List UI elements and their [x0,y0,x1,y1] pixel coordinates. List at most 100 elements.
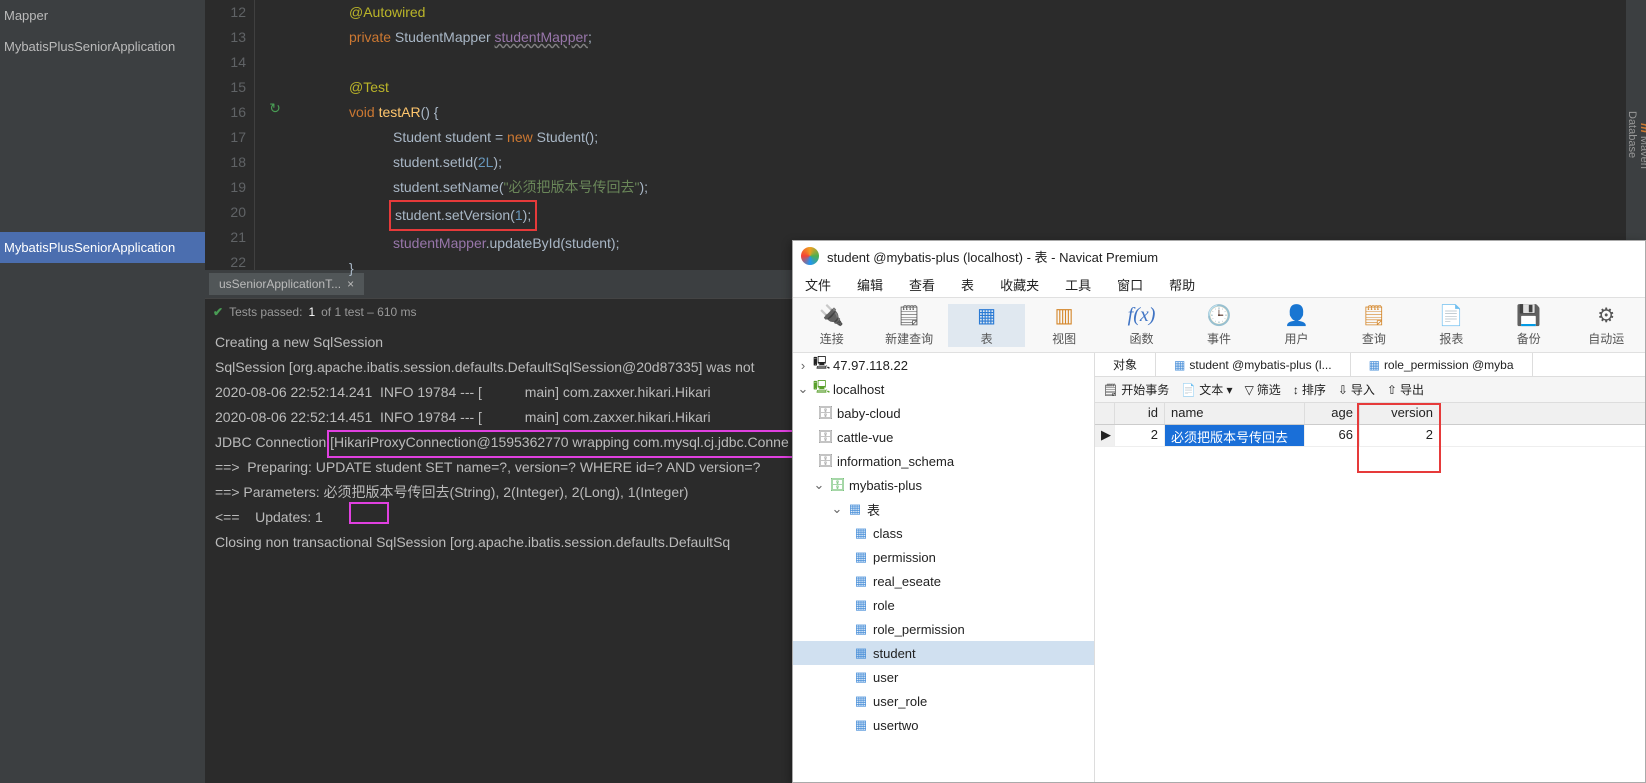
tree-table-item[interactable]: ▦ role [793,593,1094,617]
table-icon: ▦ [1369,358,1380,372]
tb-auto[interactable]: ⚙自动运 [1568,304,1645,347]
tab-label: role_permission @myba [1384,358,1514,372]
database-tool-button[interactable]: Database [1626,12,1638,258]
tree-label: 47.97.118.22 [833,358,908,373]
tree-item-mapper[interactable]: Mapper [0,0,205,31]
tb-query[interactable]: 🗒查询 [1335,304,1412,347]
tb-table[interactable]: ▦表 [948,304,1025,347]
table-icon: ▦ [853,621,869,637]
tree-table-item[interactable]: ▦role_permission [793,617,1094,641]
tb-backup[interactable]: 💾 备份 [1490,304,1567,347]
tab-objects[interactable]: 对象 [1095,353,1156,376]
cell-name[interactable]: 必须把版本号传回去 [1165,425,1305,446]
code-keyword: void [349,104,375,120]
tree-label: user_role [873,694,927,709]
btn-import[interactable]: ⇩ 导入 [1338,381,1375,398]
tree-table-item[interactable]: ▦user [793,665,1094,689]
tree-item-app[interactable]: MybatisPlusSeniorApplication [0,31,205,62]
btn-export[interactable]: ⇧ 导出 [1387,381,1424,398]
database-icon: 🗄 [817,405,833,421]
data-grid[interactable]: id name age version ▶ 2 必须把版本号传回去 66 2 [1095,403,1645,782]
menu-file[interactable]: 文件 [805,275,831,294]
tree-label: student [873,646,916,661]
project-tree[interactable]: Mapper MybatisPlusSeniorApplication Myba… [0,0,205,783]
tb-label: 备份 [1517,330,1541,347]
btn-filter[interactable]: ▽ 筛选 [1245,381,1281,398]
right-tool-strip[interactable]: Database m Maven [1626,0,1646,270]
window-title-bar[interactable]: student @mybatis-plus (localhost) - 表 - … [793,241,1645,271]
object-tabs[interactable]: 对象 ▦student @mybatis-plus (l... ▦ role_pe… [1095,353,1645,377]
table-icon: ▦ [853,597,869,613]
tab-student[interactable]: ▦student @mybatis-plus (l... [1156,353,1351,376]
menu-edit[interactable]: 编辑 [857,275,883,294]
tree-db[interactable]: 🗄baby-cloud [793,401,1094,425]
tab-role-permission[interactable]: ▦ role_permission @myba [1351,353,1533,376]
btn-begin-tx[interactable]: 🗒 开始事务 [1103,381,1169,398]
tree-table-item[interactable]: ▦real_eseate [793,569,1094,593]
table-icon: ▦ [853,645,869,661]
menu-help[interactable]: 帮助 [1169,275,1195,294]
tree-conn-localhost[interactable]: ⌄🖳localhost [793,377,1094,401]
query-icon: 🗒 [895,304,923,328]
data-toolbar[interactable]: 🗒 开始事务 📄 文本 ▾ ▽ 筛选 ↕ 排序 ⇩ 导入 ⇧ 导出 [1095,377,1645,403]
connection-tree[interactable]: ›🖳47.97.118.22 ⌄🖳localhost 🗄baby-cloud 🗄… [793,353,1095,782]
backup-icon: 💾 [1515,304,1543,328]
tb-label: 表 [981,330,993,347]
btn-sort[interactable]: ↕ 排序 [1293,381,1326,398]
col-age[interactable]: age [1305,403,1360,424]
menu-window[interactable]: 窗口 [1117,275,1143,294]
main-toolbar[interactable]: 🔌连接 🗒新建查询 ▦表 ▥视图 f(x)函数 🕒事件 👤用户 🗒查询 📄报表 … [793,297,1645,353]
navicat-logo-icon [801,247,819,265]
tree-db[interactable]: 🗄cattle-vue [793,425,1094,449]
tab-label: student @mybatis-plus (l... [1189,358,1331,372]
tab-label: usSeniorApplicationT... [219,277,341,291]
col-name[interactable]: name [1165,403,1305,424]
col-id[interactable]: id [1115,403,1165,424]
navicat-window[interactable]: student @mybatis-plus (localhost) - 表 - … [792,240,1646,783]
maven-tool-button[interactable]: m Maven [1638,34,1646,258]
cell-age[interactable]: 66 [1305,425,1360,446]
tb-newquery[interactable]: 🗒新建查询 [870,304,947,347]
test-count: 1 [308,305,315,319]
table-icon: ▦ [853,669,869,685]
tree-table-item[interactable]: ▦permission [793,545,1094,569]
tree-label: cattle-vue [837,430,893,445]
code-text: ); [493,154,502,170]
tree-label: mybatis-plus [849,478,922,493]
server-icon: 🖳 [813,354,829,376]
tree-tables-node[interactable]: ⌄▦表 [793,497,1094,521]
tree-table-item[interactable]: ▦class [793,521,1094,545]
cell-id[interactable]: 2 [1115,425,1165,446]
menu-table[interactable]: 表 [961,275,974,294]
btn-text[interactable]: 📄 文本 ▾ [1181,381,1232,398]
menu-bar[interactable]: 文件 编辑 查看 表 收藏夹 工具 窗口 帮助 [793,271,1645,297]
tree-table-student[interactable]: ▦ student [793,641,1094,665]
tb-report[interactable]: 📄报表 [1413,304,1490,347]
tree-table-item[interactable]: ▦usertwo [793,713,1094,737]
tree-conn-ip[interactable]: ›🖳47.97.118.22 [793,353,1094,377]
code-editor[interactable]: 12131415161718192021222324 ↻ @Autowired … [205,0,1646,270]
tab-active[interactable]: usSeniorApplicationT... × [209,273,364,295]
menu-fav[interactable]: 收藏夹 [1000,275,1039,294]
tb-function[interactable]: f(x)函数 [1103,304,1180,347]
tree-db-open[interactable]: ⌄🗄mybatis-plus [793,473,1094,497]
tb-user[interactable]: 👤用户 [1258,304,1335,347]
tree-table-item[interactable]: ▦user_role [793,689,1094,713]
tree-item-selected[interactable]: MybatisPlusSeniorApplication [0,232,205,263]
menu-view[interactable]: 查看 [909,275,935,294]
user-icon: 👤 [1282,304,1310,328]
window-title: student @mybatis-plus (localhost) - 表 - … [827,247,1158,266]
tree-label: role [873,598,895,613]
tb-connect[interactable]: 🔌连接 [793,304,870,347]
tree-label: 表 [867,500,880,519]
tree-label: real_eseate [873,574,941,589]
table-icon: ▦ [973,304,1001,328]
code-text: ); [639,179,648,195]
code-text: .updateById(student); [486,235,620,251]
tb-event[interactable]: 🕒事件 [1180,304,1257,347]
table-group-icon: ▦ [847,501,863,517]
tree-db[interactable]: 🗄information_schema [793,449,1094,473]
tb-view[interactable]: ▥视图 [1025,304,1102,347]
menu-tools[interactable]: 工具 [1065,275,1091,294]
tb-label: 连接 [820,330,844,347]
